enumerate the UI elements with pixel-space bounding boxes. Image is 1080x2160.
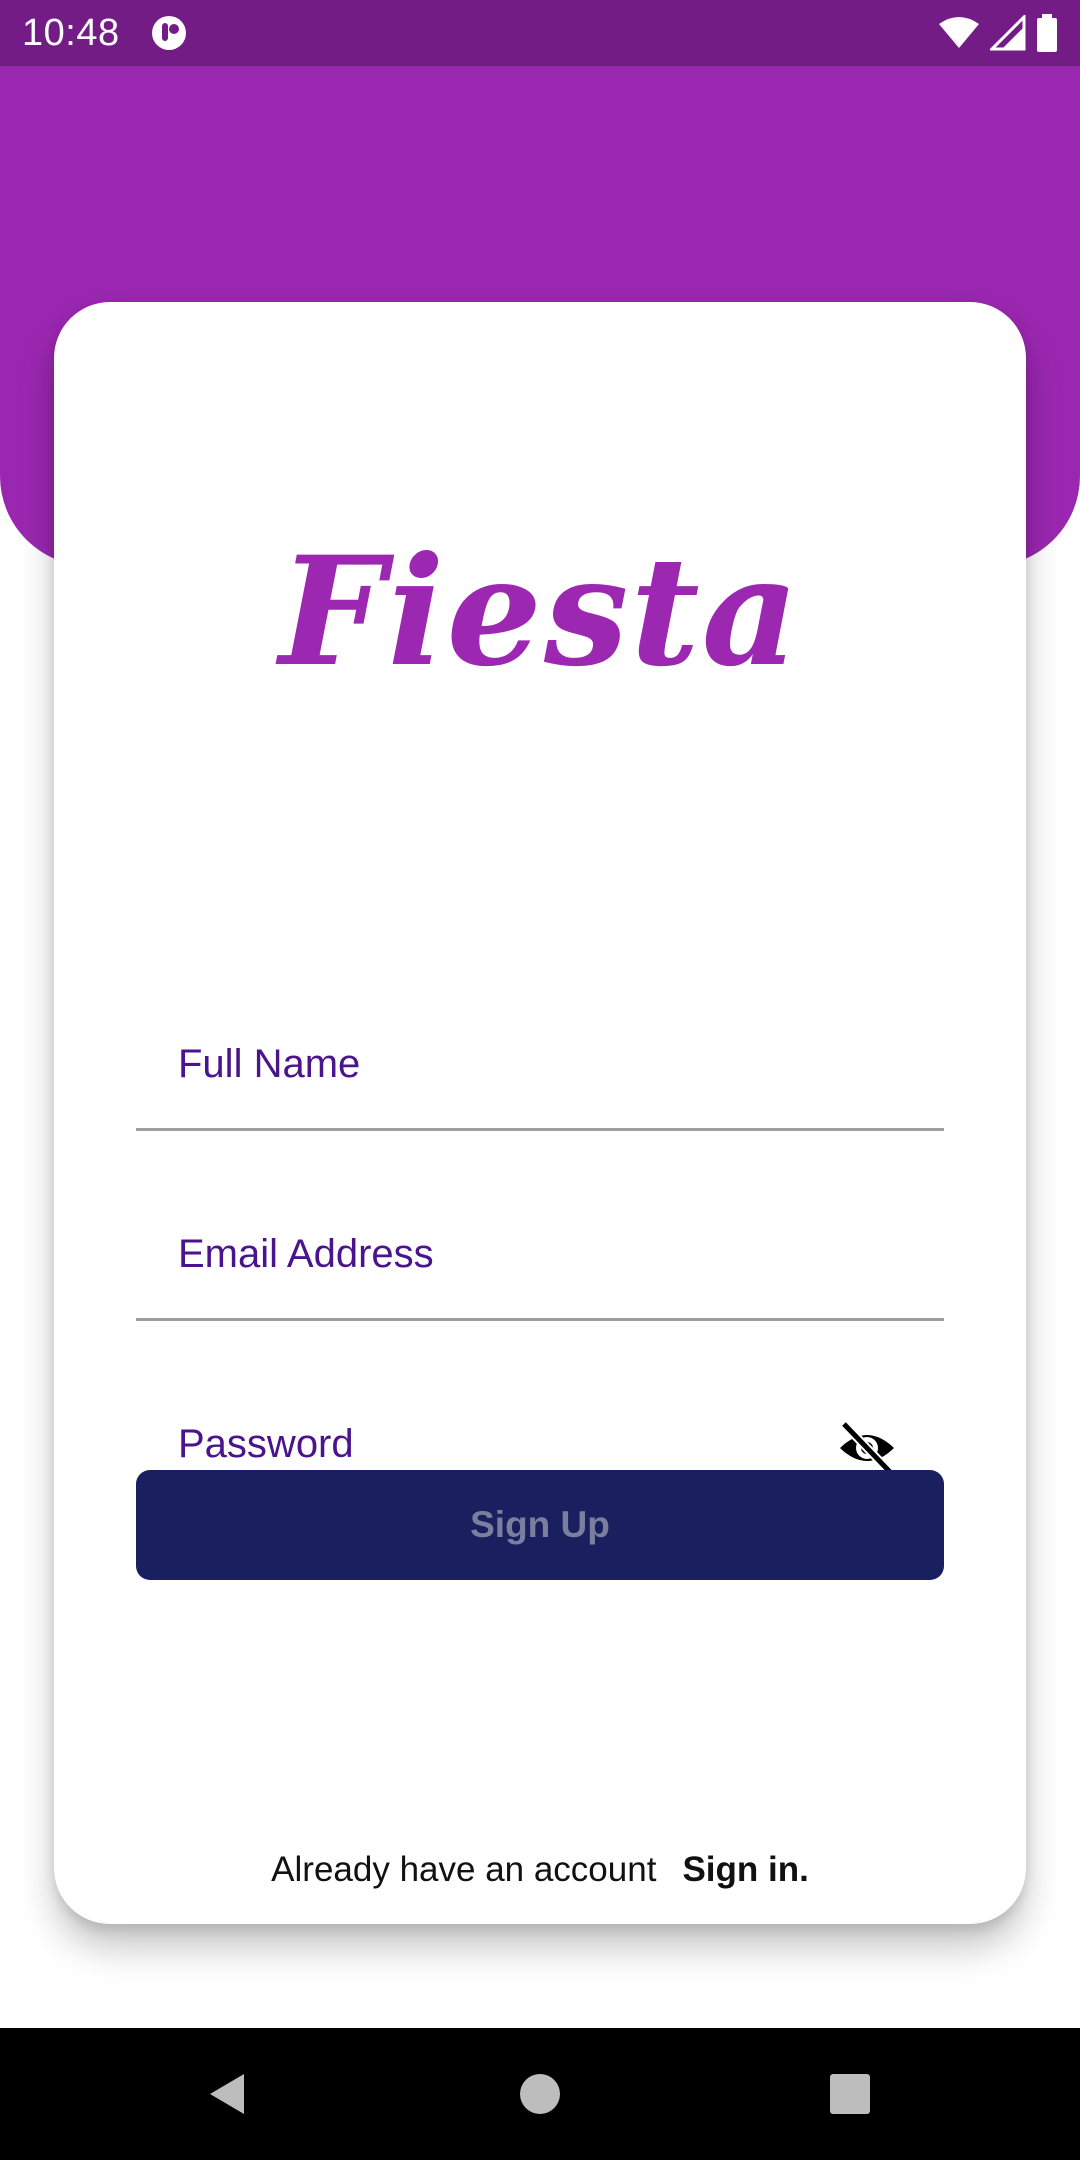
email-field[interactable]: Email Address bbox=[136, 1168, 948, 1321]
nav-back-button[interactable] bbox=[166, 2028, 286, 2160]
sign-in-prompt: Already have an account bbox=[271, 1850, 657, 1889]
wifi-icon bbox=[939, 17, 979, 48]
app-notification-icon bbox=[152, 16, 186, 50]
password-label: Password bbox=[178, 1422, 354, 1466]
battery-icon bbox=[1037, 14, 1057, 52]
app-logo: Fiesta bbox=[279, 524, 801, 700]
nav-recents-button[interactable] bbox=[790, 2028, 910, 2160]
sign-in-link[interactable]: Sign in. bbox=[682, 1850, 808, 1889]
navigation-bar bbox=[0, 2028, 1080, 2160]
status-icons bbox=[938, 12, 1058, 54]
back-icon bbox=[210, 2074, 244, 2114]
sign-up-screen: 10:48 Fiesta Full Name Email Address Pas… bbox=[0, 0, 1080, 2160]
full-name-field[interactable]: Full Name bbox=[136, 978, 948, 1131]
email-label: Email Address bbox=[178, 1232, 434, 1276]
full-name-label: Full Name bbox=[178, 1042, 361, 1086]
status-bar: 10:48 bbox=[0, 0, 1080, 66]
status-time: 10:48 bbox=[22, 12, 120, 54]
home-icon bbox=[520, 2074, 560, 2114]
cell-signal-icon bbox=[990, 15, 1026, 51]
eye-off-icon[interactable] bbox=[836, 1420, 898, 1476]
sign-up-button[interactable]: Sign Up bbox=[136, 1470, 944, 1580]
recents-icon bbox=[830, 2074, 870, 2114]
sign-up-card: Fiesta Full Name Email Address Password … bbox=[54, 302, 1026, 1924]
nav-home-button[interactable] bbox=[480, 2028, 600, 2160]
sign-in-prompt-row: Already have an account Sign in. bbox=[54, 1848, 1026, 1892]
